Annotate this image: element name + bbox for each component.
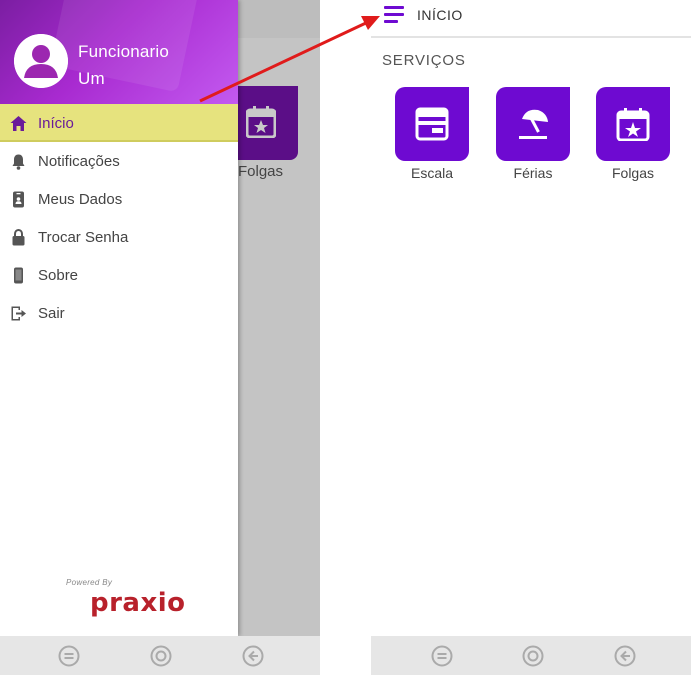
menu-item-label: Início — [38, 115, 74, 132]
home-circle-icon — [150, 645, 172, 667]
menu-item-notificacoes[interactable]: Notificações — [0, 142, 238, 180]
user-avatar-icon — [14, 34, 68, 88]
app-bar: INÍCIO — [371, 0, 691, 38]
praxio-logo: praxio — [90, 588, 186, 618]
menu-item-inicio[interactable]: Início — [0, 104, 238, 142]
phone-icon — [14, 267, 23, 284]
menu-item-label: Trocar Senha — [38, 229, 129, 246]
service-tile[interactable] — [395, 87, 469, 161]
service-tile[interactable] — [596, 87, 670, 161]
back-arrow-icon — [614, 645, 636, 667]
service-folgas[interactable]: Folgas — [596, 87, 670, 181]
menu-circle-icon — [58, 645, 80, 667]
service-tile[interactable] — [496, 87, 570, 161]
service-label: Escala — [410, 165, 454, 181]
page-title: INÍCIO — [417, 7, 463, 23]
menu-item-trocar-senha[interactable]: Trocar Senha — [0, 218, 238, 256]
service-label: Folgas — [611, 165, 655, 181]
menu-item-label: Sair — [38, 305, 65, 322]
home-circle-icon — [522, 645, 544, 667]
powered-by-text: Powered By — [66, 578, 113, 587]
menu-circle-icon — [431, 645, 453, 667]
service-ferias[interactable]: Férias — [496, 87, 570, 181]
menu-item-sobre[interactable]: Sobre — [0, 256, 238, 294]
back-nav-button[interactable] — [242, 645, 264, 667]
beach-umbrella-icon — [519, 109, 548, 139]
menu-item-label: Notificações — [38, 153, 120, 170]
system-nav-bar — [371, 636, 691, 675]
menu-item-label: Sobre — [38, 267, 79, 284]
calendar-star-icon — [246, 106, 276, 138]
menu-nav-button[interactable] — [58, 645, 80, 667]
menu-item-label: Meus Dados — [38, 191, 123, 208]
back-arrow-icon — [242, 645, 264, 667]
right-phone-screen: INÍCIO SERVIÇOS Escala Férias Folgas — [371, 0, 691, 675]
home-nav-button[interactable] — [150, 645, 172, 667]
menu-item-meus-dados[interactable]: Meus Dados — [0, 180, 238, 218]
menu-item-sair[interactable]: Sair — [0, 294, 238, 332]
dimmed-folgas-label: Folgas — [238, 163, 284, 180]
back-nav-button[interactable] — [614, 645, 636, 667]
bell-icon — [12, 154, 25, 170]
drawer-menu: Início Notificações Meus Dados Trocar Se… — [0, 104, 238, 332]
id-card-icon — [13, 191, 24, 208]
home-nav-button[interactable] — [522, 645, 544, 667]
logout-icon — [11, 306, 26, 321]
home-icon — [10, 116, 27, 131]
schedule-icon — [415, 107, 449, 141]
system-nav-bar — [0, 636, 320, 675]
service-escala[interactable]: Escala — [395, 87, 469, 181]
menu-nav-button[interactable] — [431, 645, 453, 667]
lock-icon — [12, 229, 25, 246]
annotation-arrow-icon — [199, 16, 380, 103]
avatar[interactable] — [14, 34, 68, 88]
service-label: Férias — [513, 165, 553, 181]
calendar-star-icon — [616, 108, 650, 141]
services-section-title: SERVIÇOS — [382, 52, 466, 69]
